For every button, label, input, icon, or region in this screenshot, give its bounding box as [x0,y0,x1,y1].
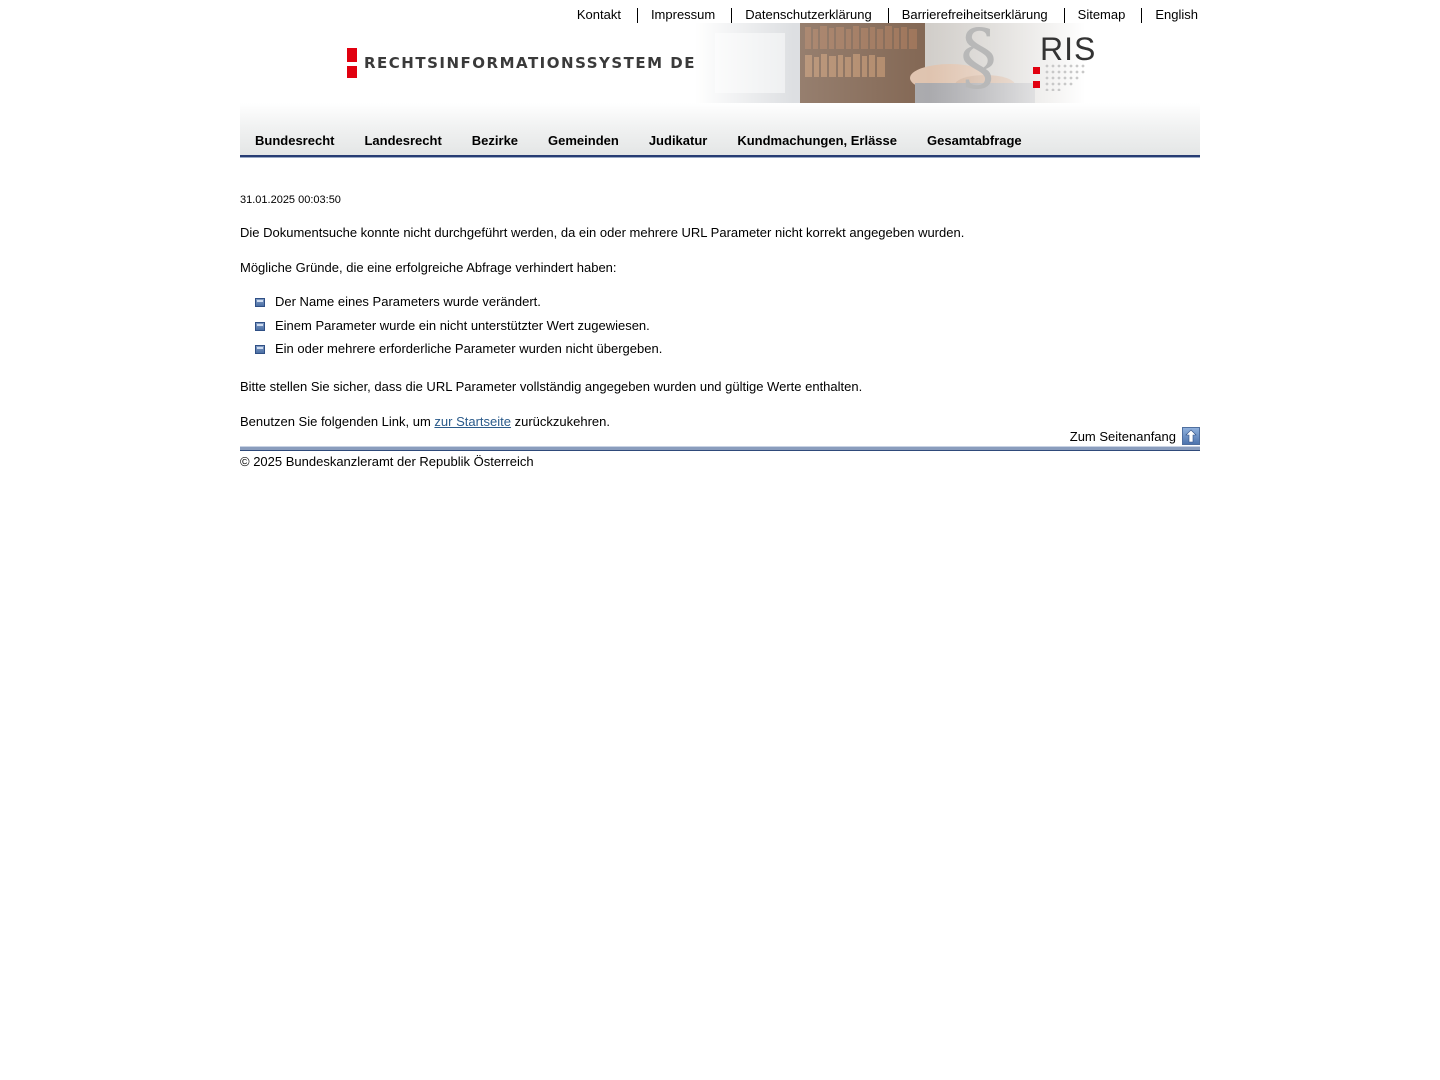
nav-underline [240,157,1200,158]
main-navigation: Bundesrecht Landesrecht Bezirke Gemeinde… [240,103,1200,158]
ris-dots-logo [1033,63,1103,94]
to-top-link[interactable]: Zum Seitenanfang [1070,427,1200,445]
bullet-icon [255,321,265,331]
hint-text: Bitte stellen Sie sicher, dass die URL P… [240,379,863,394]
link-sitemap[interactable]: Sitemap [1065,7,1142,23]
reasons-list: Der Name eines Parameters wurde veränder… [255,294,662,365]
reason-text: Ein oder mehrere erforderliche Parameter… [275,341,663,356]
to-top-label[interactable]: Zum Seitenanfang [1070,429,1176,444]
link-impressum[interactable]: Impressum [638,7,731,23]
nav-item-gesamtabfrage[interactable]: Gesamtabfrage [912,133,1037,149]
library-laptop-photo [695,23,1085,103]
nav-item-landesrecht[interactable]: Landesrecht [349,133,456,149]
list-item: Der Name eines Parameters wurde veränder… [255,294,662,318]
nav-item-judikatur[interactable]: Judikatur [634,133,723,149]
link-kontakt[interactable]: Kontakt [577,7,637,23]
bullet-icon [255,298,265,307]
return-suffix: zurückzukehren. [511,414,611,429]
arrow-up-icon[interactable] [1182,427,1200,445]
paragraph-sign-icon: § [960,14,997,100]
header-banner[interactable]: RECHTSINFORMATIONSSYSTEM DES BUNDES § RI… [240,17,1200,103]
error-message: Die Dokumentsuche konnte nicht durchgefü… [240,225,965,240]
bullet-icon [255,345,265,354]
copyright-text: © 2025 Bundeskanzleramt der Republik Öst… [240,454,534,469]
nav-item-bezirke[interactable]: Bezirke [457,133,533,149]
list-item: Ein oder mehrere erforderliche Parameter… [255,341,662,365]
link-english[interactable]: English [1142,7,1200,23]
top-utility-links: Kontakt Impressum Datenschutzerklärung B… [577,7,1200,23]
nav-item-bundesrecht[interactable]: Bundesrecht [240,133,349,149]
return-prefix: Benutzen Sie folgenden Link, um [240,414,435,429]
reason-text: Einem Parameter wurde ein nicht unterstü… [275,317,650,333]
reasons-intro: Mögliche Gründe, die eine erfolgreiche A… [240,260,617,275]
logo-red-mark [347,48,357,78]
timestamp: 31.01.2025 00:03:50 [240,194,341,206]
link-datenschutz[interactable]: Datenschutzerklärung [732,7,887,23]
list-item: Einem Parameter wurde ein nicht unterstü… [255,318,662,342]
footer-divider [240,447,1200,451]
nav-item-gemeinden[interactable]: Gemeinden [533,133,634,149]
reason-text: Der Name eines Parameters wurde veränder… [275,294,541,309]
nav-items: Bundesrecht Landesrecht Bezirke Gemeinde… [240,133,1037,149]
startseite-link[interactable]: zur Startseite [434,414,511,429]
nav-item-kundmachungen[interactable]: Kundmachungen, Erlässe [722,133,912,149]
return-paragraph: Benutzen Sie folgenden Link, um zur Star… [240,414,610,429]
